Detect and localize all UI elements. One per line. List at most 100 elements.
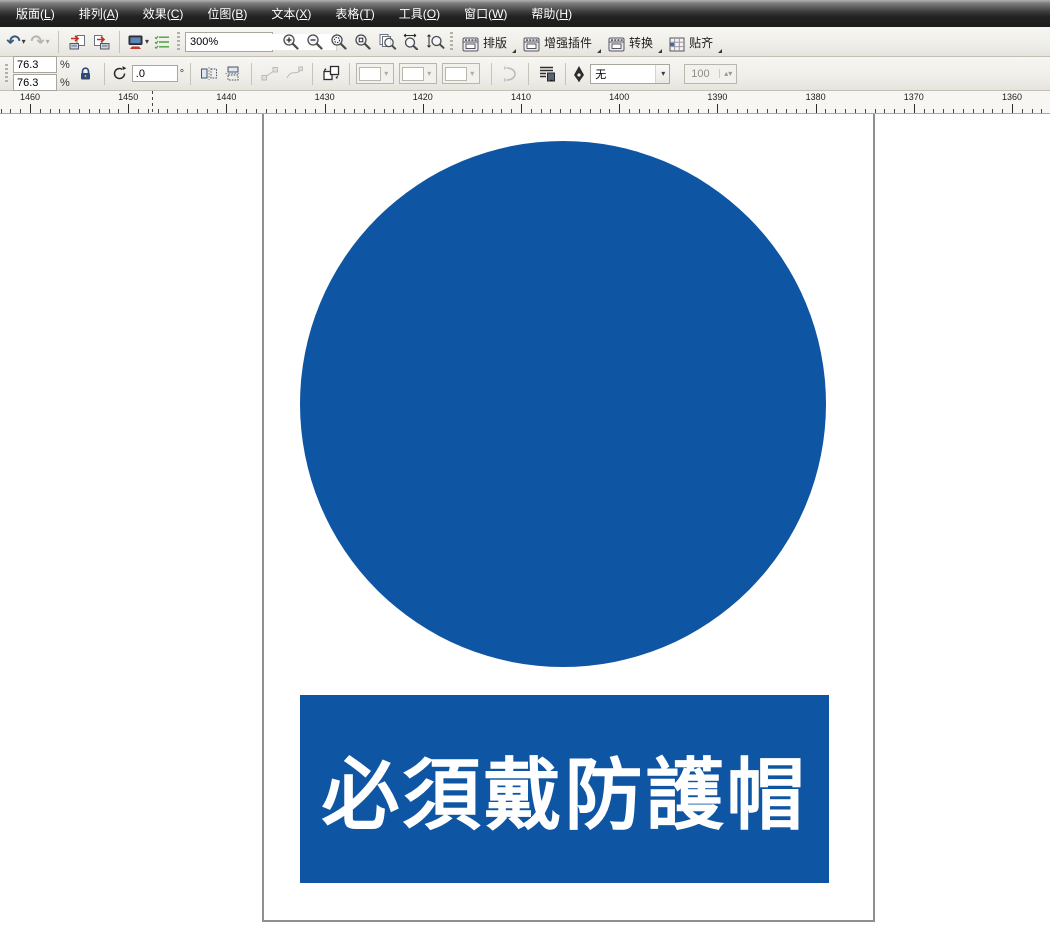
- menu-item-bitmaps[interactable]: 位图(B): [195, 0, 259, 27]
- ruler-tick: [816, 104, 817, 113]
- ruler-tick: [109, 109, 110, 113]
- separator: [491, 63, 492, 85]
- chevron-down-icon: ▾: [467, 69, 477, 78]
- zoom-to-page-width-icon: [402, 33, 421, 50]
- menu-item-layout[interactable]: 版面(L): [4, 0, 67, 27]
- ruler-tick: [521, 104, 522, 113]
- scale-vertical-input[interactable]: [13, 74, 57, 91]
- menu-item-window[interactable]: 窗口(W): [452, 0, 519, 27]
- wrap-text-icon: [538, 65, 556, 82]
- ruler-tick: [403, 109, 404, 113]
- end-arrowhead-picker[interactable]: ▾: [442, 63, 480, 84]
- macro-button-layout[interactable]: 排版: [458, 30, 511, 54]
- scale-horizontal-input[interactable]: [13, 56, 57, 73]
- separator: [251, 63, 252, 85]
- import-icon: [69, 34, 86, 50]
- ruler-tick: [678, 109, 679, 113]
- separator: [58, 31, 59, 53]
- ruler-tick: [364, 109, 365, 113]
- ruler-tick: [511, 109, 512, 113]
- reduce-nodes-button[interactable]: [282, 62, 306, 86]
- convert-to-curves-button[interactable]: [319, 62, 343, 86]
- menu-item-table[interactable]: 表格(T): [323, 0, 386, 27]
- undo-button[interactable]: ↶ ▾: [4, 30, 28, 54]
- ruler-tick: [472, 109, 473, 113]
- lock-ratio-button[interactable]: [74, 62, 98, 86]
- separator: [349, 63, 350, 85]
- wrap-offset-stepper[interactable]: 100 ▴▾: [684, 64, 737, 84]
- ruler-tick: [806, 109, 807, 113]
- separator: [528, 63, 529, 85]
- mirror-horizontal-icon: [200, 66, 218, 81]
- mirror-vertical-button[interactable]: [221, 62, 245, 86]
- zoom-to-page-button[interactable]: [375, 30, 399, 54]
- mirror-horizontal-button[interactable]: [197, 62, 221, 86]
- export-button[interactable]: [89, 30, 113, 54]
- zoom-in-button[interactable]: [279, 30, 303, 54]
- ruler-tick: [825, 109, 826, 113]
- macro-button-convert[interactable]: 转换: [604, 30, 657, 54]
- ruler-tick: [658, 109, 659, 113]
- redo-button[interactable]: ↷ ▾: [28, 30, 52, 54]
- ruler-tick: [69, 109, 70, 113]
- outline-width-dropdown-button[interactable]: ▾: [655, 65, 669, 83]
- sign-banner-text[interactable]: 必須戴防護帽: [321, 733, 807, 845]
- ruler-tick: [207, 109, 208, 113]
- scale-factor-group: % %: [13, 56, 70, 91]
- zoom-to-page-height-button[interactable]: [423, 30, 447, 54]
- import-button[interactable]: [65, 30, 89, 54]
- ruler-tick: [226, 104, 227, 113]
- macro-button-plugins[interactable]: 增强插件: [519, 30, 596, 54]
- macro-button-snap[interactable]: 贴齐: [665, 30, 717, 54]
- separator: [190, 63, 191, 85]
- ruler[interactable]: 1460145014401430142014101400139013801370…: [0, 91, 1050, 114]
- options-button[interactable]: [150, 30, 174, 54]
- menu-item-arrange[interactable]: 排列(A): [67, 0, 131, 27]
- wrap-text-button[interactable]: [535, 62, 559, 86]
- macro-button-label: 排版: [483, 34, 507, 52]
- zoom-out-icon: [306, 33, 324, 50]
- zoom-to-selected-button[interactable]: [327, 30, 351, 54]
- menu-item-help[interactable]: 帮助(H): [519, 0, 584, 27]
- start-arrowhead-picker[interactable]: ▾: [356, 63, 394, 84]
- edit-nodes-button[interactable]: [258, 62, 282, 86]
- zoom-level-combo[interactable]: ▾: [185, 32, 273, 52]
- options-icon: [154, 34, 170, 50]
- ruler-tick: [835, 109, 836, 113]
- ruler-tick: [246, 109, 247, 113]
- ruler-tick: [600, 109, 601, 113]
- ruler-tick: [953, 109, 954, 113]
- outline-width-combo[interactable]: 无 ▾: [590, 64, 670, 84]
- drawing-canvas[interactable]: 必須戴防護帽: [0, 114, 1050, 928]
- ruler-tick: [875, 109, 876, 113]
- zoom-out-button[interactable]: [303, 30, 327, 54]
- zoom-to-page-icon: [378, 33, 397, 50]
- ruler-tick: [501, 109, 502, 113]
- ruler-tick: [580, 109, 581, 113]
- macro-button-label: 增强插件: [544, 34, 592, 52]
- separator: [565, 63, 566, 85]
- outline-style-picker[interactable]: ▾: [399, 63, 437, 84]
- menu-item-effects[interactable]: 效果(C): [131, 0, 196, 27]
- ruler-tick: [786, 109, 787, 113]
- ruler-tick: [423, 104, 424, 113]
- zoom-to-all-objects-button[interactable]: [351, 30, 375, 54]
- ruler-tick: [325, 104, 326, 113]
- ruler-tick: [492, 109, 493, 113]
- rotation-angle-input[interactable]: [132, 65, 178, 82]
- close-curve-button[interactable]: [498, 62, 522, 86]
- menu-item-text[interactable]: 文本(X): [259, 0, 323, 27]
- sign-circle-shape[interactable]: [300, 141, 826, 667]
- ruler-tick: [727, 109, 728, 113]
- sign-banner-shape[interactable]: 必須戴防護帽: [300, 695, 829, 883]
- separator: [104, 63, 105, 85]
- menu-item-tools[interactable]: 工具(O): [387, 0, 452, 27]
- close-curve-icon: [502, 66, 518, 82]
- ruler-tick: [187, 109, 188, 113]
- property-bar: % % °: [0, 57, 1050, 91]
- macro-button-label: 贴齐: [689, 34, 713, 52]
- ruler-tick: [89, 109, 90, 113]
- ruler-tick: [30, 104, 31, 113]
- zoom-to-page-width-button[interactable]: [399, 30, 423, 54]
- application-launcher-button[interactable]: ▾: [126, 30, 150, 54]
